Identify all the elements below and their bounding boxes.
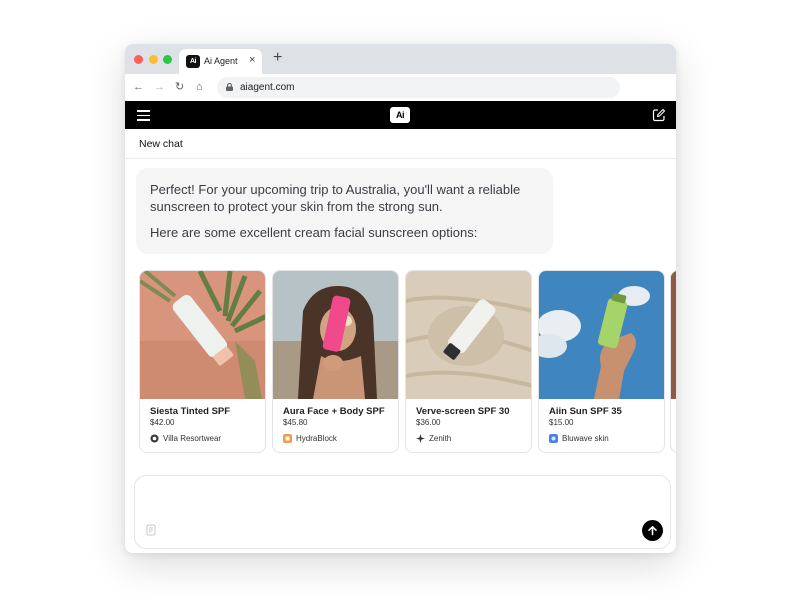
product-card[interactable]: Verve-screen SPF 30 $36.00 Zenith bbox=[405, 270, 532, 453]
reload-button[interactable]: ↻ bbox=[175, 79, 184, 95]
browser-toolbar: ← → ↻ ⌂ aiagent.com bbox=[125, 74, 676, 101]
hydrablock-logo-icon bbox=[283, 434, 292, 443]
product-card[interactable]: Aura Face + Body SPF $45.80 HydraBlock bbox=[272, 270, 399, 453]
product-price: $42.00 bbox=[150, 418, 175, 427]
chat-title: New chat bbox=[139, 138, 183, 150]
new-chat-edit-icon[interactable] bbox=[652, 108, 666, 122]
home-button[interactable]: ⌂ bbox=[196, 79, 203, 95]
minimize-window-button[interactable] bbox=[149, 55, 158, 64]
close-window-button[interactable] bbox=[134, 55, 143, 64]
tab-strip: Ai Ai Agent × + bbox=[125, 44, 676, 74]
product-price: $15.00 bbox=[549, 418, 574, 427]
product-image bbox=[406, 271, 531, 399]
product-image bbox=[671, 271, 676, 399]
app-header: Ai bbox=[125, 101, 676, 129]
tab-favicon-icon: Ai bbox=[186, 55, 200, 68]
product-brand: Bluwave skin bbox=[562, 434, 609, 443]
address-bar[interactable]: aiagent.com bbox=[217, 77, 620, 98]
product-name: Siesta Tinted SPF bbox=[150, 406, 231, 417]
browser-window: Ai Ai Agent × + ← → ↻ ⌂ aiagent.com Ai N… bbox=[125, 44, 676, 553]
product-price: $36.00 bbox=[416, 418, 441, 427]
zenith-star-icon bbox=[416, 434, 425, 443]
hamburger-menu-icon[interactable] bbox=[137, 110, 150, 121]
product-image bbox=[539, 271, 664, 399]
browser-tab[interactable]: Ai Ai Agent × bbox=[179, 49, 262, 74]
attachment-icon[interactable] bbox=[146, 524, 156, 536]
forward-button[interactable]: → bbox=[154, 79, 165, 95]
lock-icon bbox=[226, 83, 233, 91]
assistant-message: Perfect! For your upcoming trip to Austr… bbox=[136, 168, 553, 254]
product-image bbox=[273, 271, 398, 399]
new-tab-button[interactable]: + bbox=[273, 49, 282, 67]
product-brand: Villa Resortwear bbox=[163, 434, 222, 443]
arrow-up-icon bbox=[648, 526, 657, 536]
maximize-window-button[interactable] bbox=[163, 55, 172, 64]
bluwave-logo-icon bbox=[549, 434, 558, 443]
product-card[interactable]: Aiin Sun SPF 35 $15.00 Bluwave skin bbox=[538, 270, 665, 453]
tab-title: Ai Agent bbox=[204, 56, 238, 66]
product-name: Aura Face + Body SPF bbox=[283, 406, 385, 417]
back-button[interactable]: ← bbox=[133, 79, 144, 95]
product-name: Aiin Sun SPF 35 bbox=[549, 406, 622, 417]
product-card[interactable]: Siesta Tinted SPF $42.00 Villa Resortwea… bbox=[139, 270, 266, 453]
send-button[interactable] bbox=[642, 520, 663, 541]
product-carousel[interactable]: Siesta Tinted SPF $42.00 Villa Resortwea… bbox=[139, 270, 676, 454]
product-brand: HydraBlock bbox=[296, 434, 337, 443]
product-image bbox=[140, 271, 265, 399]
product-name: Verve-screen SPF 30 bbox=[416, 406, 510, 417]
product-card-partial[interactable] bbox=[670, 270, 676, 453]
message-paragraph: Perfect! For your upcoming trip to Austr… bbox=[150, 182, 521, 214]
message-composer[interactable] bbox=[134, 475, 671, 549]
chat-header: New chat bbox=[125, 129, 676, 159]
tab-close-icon[interactable]: × bbox=[249, 54, 255, 66]
message-paragraph: Here are some excellent cream facial sun… bbox=[150, 225, 478, 240]
villa-logo-icon bbox=[150, 434, 159, 443]
product-brand: Zenith bbox=[429, 434, 452, 443]
product-price: $45.80 bbox=[283, 418, 308, 427]
url-text: aiagent.com bbox=[240, 82, 295, 93]
app-logo: Ai bbox=[390, 107, 410, 123]
